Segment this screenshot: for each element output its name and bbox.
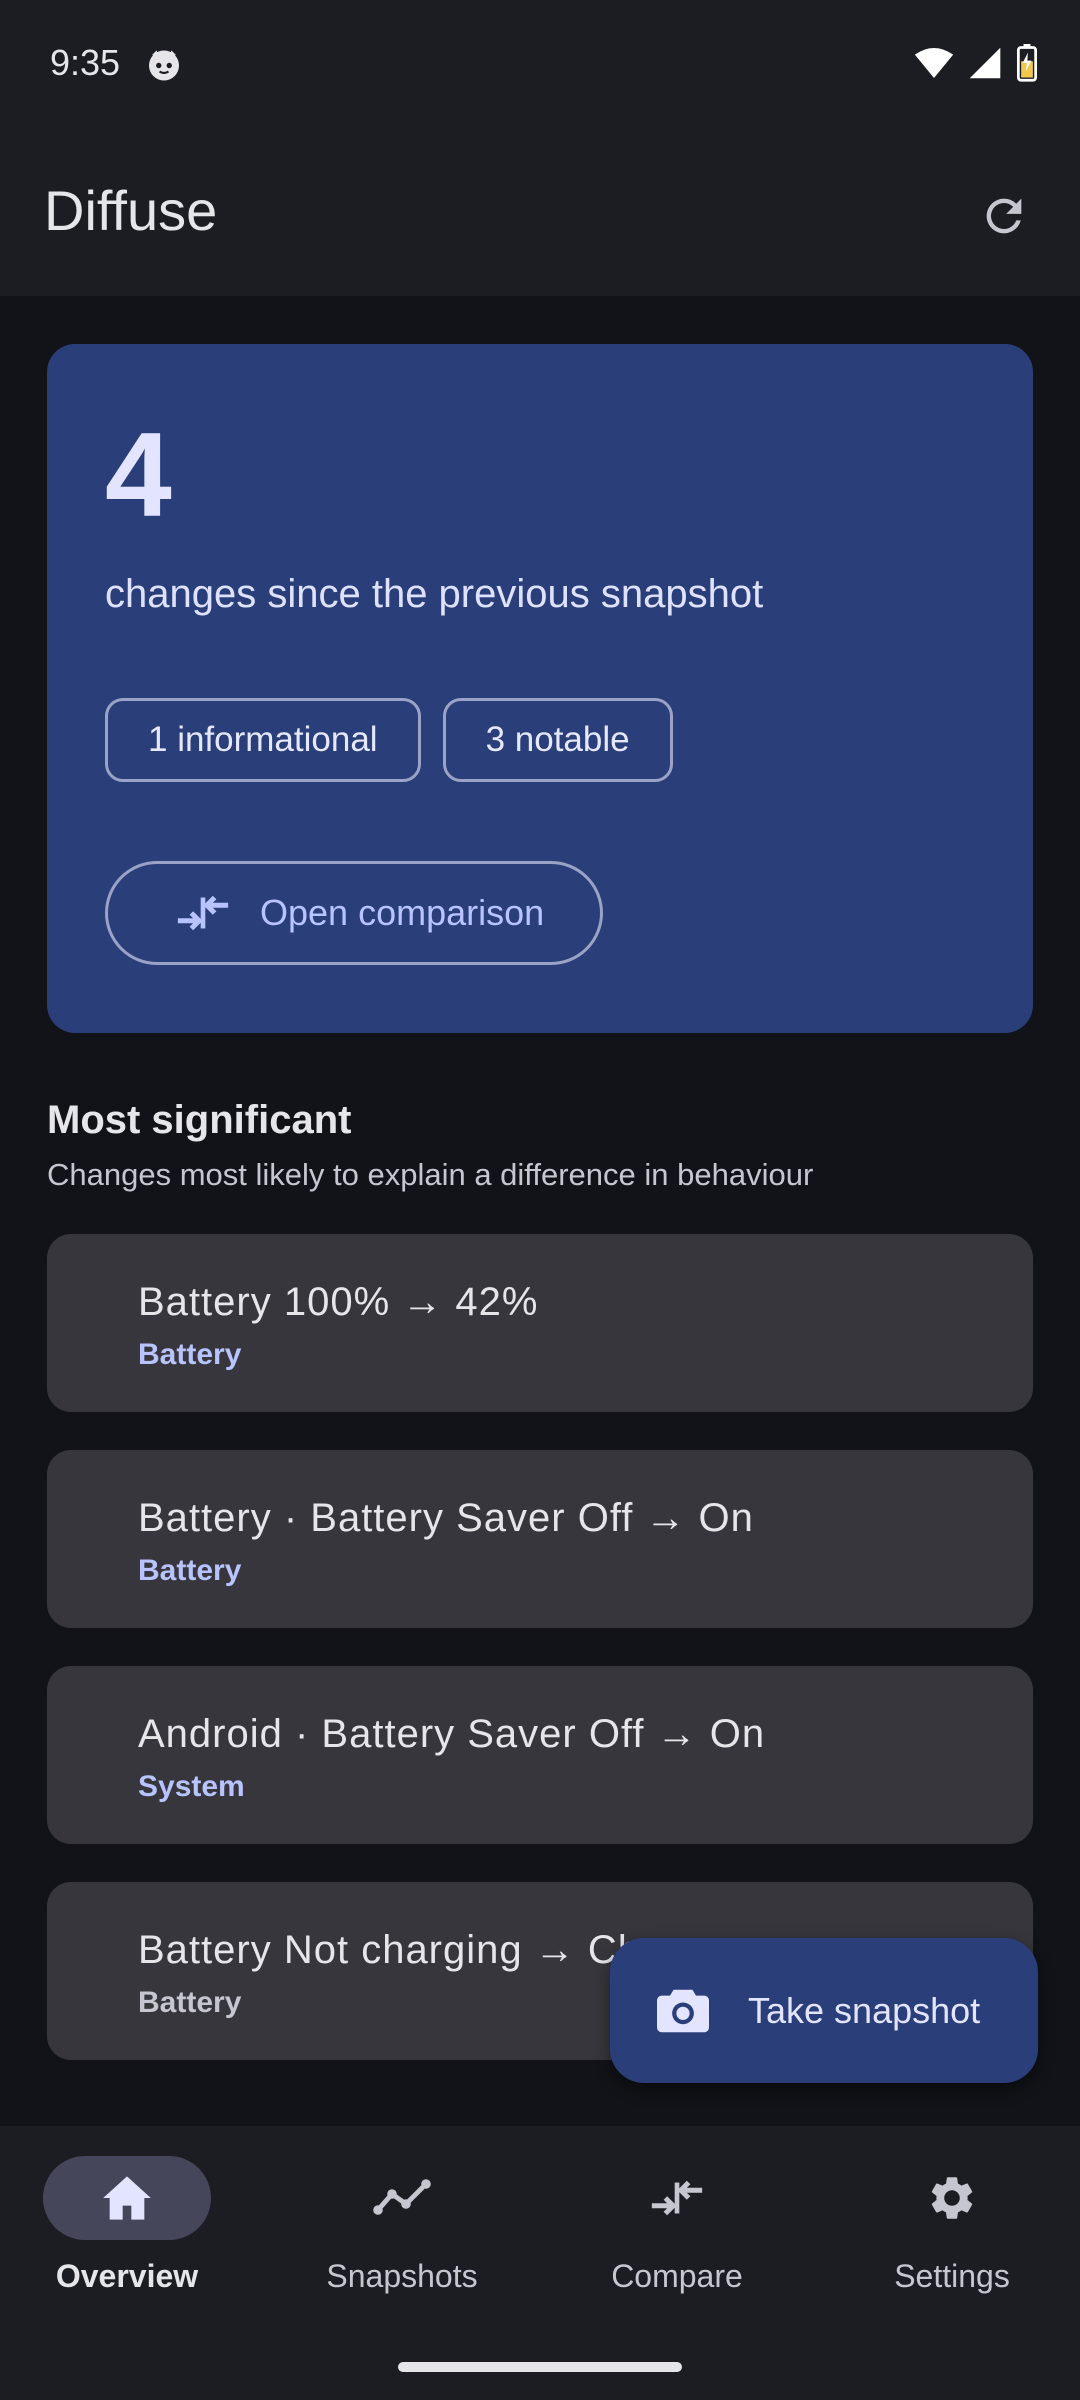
change-title: Battery · Battery Saver Off → On bbox=[138, 1496, 754, 1540]
informational-chip[interactable]: 1 informational bbox=[105, 698, 421, 782]
status-bar: 9:35 bbox=[0, 0, 1080, 128]
nav-compare-indicator bbox=[593, 2156, 761, 2240]
app-title: Diffuse bbox=[44, 179, 218, 242]
notable-chip[interactable]: 3 notable bbox=[442, 698, 673, 782]
gear-icon bbox=[931, 2177, 973, 2219]
nav-settings-indicator bbox=[868, 2156, 1036, 2240]
change-title: Battery Not charging → Cha bbox=[138, 1928, 665, 1972]
compare-arrows-icon bbox=[177, 895, 229, 931]
take-snapshot-fab[interactable]: Take snapshot bbox=[610, 1938, 1038, 2083]
severity-chips: 1 informational 3 notable bbox=[105, 698, 673, 782]
wifi-icon bbox=[914, 45, 954, 86]
refresh-button[interactable] bbox=[964, 176, 1044, 256]
nav-settings[interactable]: Settings bbox=[852, 2156, 1052, 2316]
section-subtitle: Changes most likely to explain a differe… bbox=[47, 1157, 814, 1192]
compare-arrows-icon bbox=[651, 2180, 703, 2216]
refresh-icon bbox=[986, 198, 1022, 234]
cat-notification-icon bbox=[146, 46, 182, 82]
timeline-icon bbox=[373, 2179, 431, 2215]
take-snapshot-label: Take snapshot bbox=[748, 1989, 981, 2031]
nav-snapshots[interactable]: Snapshots bbox=[302, 2156, 502, 2316]
nav-overview[interactable]: Overview bbox=[27, 2156, 227, 2316]
change-item[interactable]: Battery 100% → 42% Battery bbox=[47, 1234, 1033, 1412]
top-app-bar: Diffuse bbox=[0, 128, 1080, 296]
nav-snapshots-indicator bbox=[318, 2156, 486, 2240]
change-title: Battery 100% → 42% bbox=[138, 1280, 539, 1324]
open-comparison-label: Open comparison bbox=[260, 892, 545, 933]
status-indicators bbox=[914, 44, 1038, 87]
camera-icon bbox=[657, 1989, 709, 2032]
change-count: 4 bbox=[105, 408, 172, 542]
status-time: 9:35 bbox=[50, 42, 121, 83]
battery-charging-icon bbox=[1016, 44, 1038, 87]
diffuse-overview-screen: 9:35 Diffuse 4 changes since the previou… bbox=[0, 0, 1080, 2400]
change-category: Battery bbox=[138, 1338, 242, 1371]
nav-overview-label: Overview bbox=[55, 2258, 199, 2294]
bottom-navigation: Overview Snapshots Compare Settings bbox=[0, 2126, 1080, 2400]
nav-overview-indicator bbox=[43, 2156, 211, 2240]
changes-summary-card: 4 changes since the previous snapshot 1 … bbox=[47, 344, 1033, 1033]
change-item[interactable]: Android · Battery Saver Off → On System bbox=[47, 1666, 1033, 1844]
home-gesture-bar[interactable] bbox=[398, 2362, 682, 2372]
section-title: Most significant bbox=[47, 1098, 352, 1142]
signal-icon bbox=[968, 46, 1002, 85]
change-item[interactable]: Battery · Battery Saver Off → On Battery bbox=[47, 1450, 1033, 1628]
nav-compare-label: Compare bbox=[611, 2258, 743, 2294]
nav-snapshots-label: Snapshots bbox=[326, 2258, 478, 2294]
nav-compare[interactable]: Compare bbox=[577, 2156, 777, 2316]
change-category: Battery bbox=[138, 1554, 242, 1587]
nav-settings-label: Settings bbox=[894, 2258, 1010, 2294]
change-count-description: changes since the previous snapshot bbox=[105, 572, 764, 616]
change-title: Android · Battery Saver Off → On bbox=[138, 1712, 766, 1756]
change-category: System bbox=[138, 1770, 245, 1803]
open-comparison-button[interactable]: Open comparison bbox=[105, 861, 603, 965]
home-icon bbox=[103, 2176, 151, 2220]
change-category: Battery bbox=[138, 1986, 242, 2019]
